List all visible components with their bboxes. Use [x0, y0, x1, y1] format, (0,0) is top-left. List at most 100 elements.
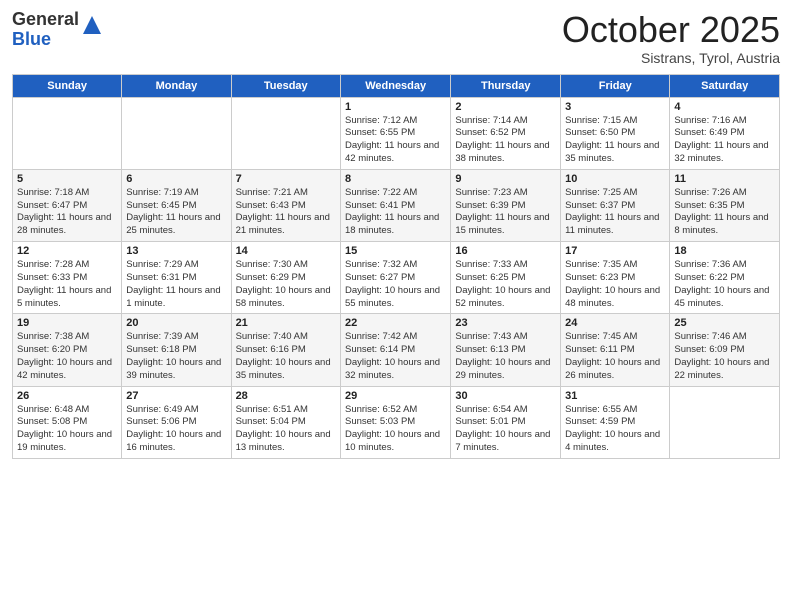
day-cell-1-1: 6Sunrise: 7:19 AMSunset: 6:45 PMDaylight…	[122, 169, 231, 241]
day-cell-0-4: 2 Sunrise: 7:14 AMSunset: 6:52 PMDaylight…	[451, 97, 561, 169]
day-cell-3-1: 20 Sunrise: 7:39 AMSunset: 6:18 PMDayligh…	[122, 314, 231, 386]
day-number: 18	[674, 245, 775, 257]
day-number: 11	[674, 173, 775, 185]
day-number: 8	[345, 173, 446, 185]
day-cell-4-5: 31 Sunrise: 6:55 AMSunset: 4:59 PMDayligh…	[561, 386, 670, 458]
col-thursday: Thursday	[451, 74, 561, 97]
day-number: 24	[565, 317, 665, 329]
day-cell-2-1: 13Sunrise: 7:29 AMSunset: 6:31 PMDayligh…	[122, 242, 231, 314]
day-number: 21	[236, 317, 336, 329]
header: General Blue October 2025 Sistrans, Tyro…	[12, 10, 780, 66]
col-saturday: Saturday	[670, 74, 780, 97]
day-info: Sunrise: 7:30 AMSunset: 6:29 PMDaylight:…	[236, 259, 336, 310]
day-info: Sunrise: 7:32 AMSunset: 6:27 PMDaylight:…	[345, 259, 446, 310]
day-number: 23	[455, 317, 556, 329]
day-number: 7	[236, 173, 336, 185]
day-cell-3-6: 25Sunrise: 7:46 AMSunset: 6:09 PMDayligh…	[670, 314, 780, 386]
day-info: Sunrise: 7:39 AMSunset: 6:18 PMDaylight:…	[126, 331, 226, 382]
day-cell-1-5: 10 Sunrise: 7:25 AMSunset: 6:37 PMDayligh…	[561, 169, 670, 241]
day-info: Sunrise: 7:16 AMSunset: 6:49 PMDaylight:…	[674, 115, 775, 166]
day-cell-0-6: 4 Sunrise: 7:16 AMSunset: 6:49 PMDaylight…	[670, 97, 780, 169]
day-cell-1-4: 9 Sunrise: 7:23 AMSunset: 6:39 PMDaylight…	[451, 169, 561, 241]
day-info: Sunrise: 6:51 AMSunset: 5:04 PMDaylight:…	[236, 404, 336, 455]
day-cell-4-6	[670, 386, 780, 458]
day-info: Sunrise: 6:55 AMSunset: 4:59 PMDaylight:…	[565, 404, 665, 455]
day-info: Sunrise: 6:52 AMSunset: 5:03 PMDaylight:…	[345, 404, 446, 455]
day-cell-4-4: 30Sunrise: 6:54 AMSunset: 5:01 PMDayligh…	[451, 386, 561, 458]
page-container: General Blue October 2025 Sistrans, Tyro…	[0, 0, 792, 467]
logo-text-block: General Blue	[12, 10, 103, 50]
day-info: Sunrise: 7:26 AMSunset: 6:35 PMDaylight:…	[674, 187, 775, 238]
day-info: Sunrise: 7:35 AMSunset: 6:23 PMDaylight:…	[565, 259, 665, 310]
day-info: Sunrise: 7:42 AMSunset: 6:14 PMDaylight:…	[345, 331, 446, 382]
calendar-header-row: Sunday Monday Tuesday Wednesday Thursday…	[13, 74, 780, 97]
day-info: Sunrise: 7:43 AMSunset: 6:13 PMDaylight:…	[455, 331, 556, 382]
day-number: 6	[126, 173, 226, 185]
col-wednesday: Wednesday	[340, 74, 450, 97]
day-number: 5	[17, 173, 117, 185]
day-info: Sunrise: 7:14 AMSunset: 6:52 PMDaylight:…	[455, 115, 556, 166]
logo-general: General	[12, 9, 79, 29]
day-cell-1-3: 8 Sunrise: 7:22 AMSunset: 6:41 PMDaylight…	[340, 169, 450, 241]
day-info: Sunrise: 7:45 AMSunset: 6:11 PMDaylight:…	[565, 331, 665, 382]
day-info: Sunrise: 6:48 AMSunset: 5:08 PMDaylight:…	[17, 404, 117, 455]
day-number: 26	[17, 390, 117, 402]
day-number: 29	[345, 390, 446, 402]
day-info: Sunrise: 7:12 AMSunset: 6:55 PMDaylight:…	[345, 115, 446, 166]
day-number: 10	[565, 173, 665, 185]
day-number: 4	[674, 101, 775, 113]
calendar-table: Sunday Monday Tuesday Wednesday Thursday…	[12, 74, 780, 459]
day-cell-3-2: 21 Sunrise: 7:40 AMSunset: 6:16 PMDayligh…	[231, 314, 340, 386]
day-cell-3-0: 19Sunrise: 7:38 AMSunset: 6:20 PMDayligh…	[13, 314, 122, 386]
day-cell-3-4: 23 Sunrise: 7:43 AMSunset: 6:13 PMDayligh…	[451, 314, 561, 386]
day-number: 12	[17, 245, 117, 257]
col-tuesday: Tuesday	[231, 74, 340, 97]
day-number: 20	[126, 317, 226, 329]
day-cell-2-0: 12 Sunrise: 7:28 AMSunset: 6:33 PMDayligh…	[13, 242, 122, 314]
day-number: 9	[455, 173, 556, 185]
day-number: 14	[236, 245, 336, 257]
day-number: 17	[565, 245, 665, 257]
day-info: Sunrise: 7:29 AMSunset: 6:31 PMDaylight:…	[126, 259, 226, 310]
day-info: Sunrise: 7:18 AMSunset: 6:47 PMDaylight:…	[17, 187, 117, 238]
day-cell-4-3: 29 Sunrise: 6:52 AMSunset: 5:03 PMDayligh…	[340, 386, 450, 458]
day-cell-2-6: 18 Sunrise: 7:36 AMSunset: 6:22 PMDayligh…	[670, 242, 780, 314]
title-block: October 2025 Sistrans, Tyrol, Austria	[562, 10, 780, 66]
day-cell-0-5: 3 Sunrise: 7:15 AMSunset: 6:50 PMDaylight…	[561, 97, 670, 169]
day-number: 19	[17, 317, 117, 329]
day-cell-4-2: 28 Sunrise: 6:51 AMSunset: 5:04 PMDayligh…	[231, 386, 340, 458]
location: Sistrans, Tyrol, Austria	[562, 50, 780, 66]
week-row-0: 1 Sunrise: 7:12 AMSunset: 6:55 PMDaylight…	[13, 97, 780, 169]
day-info: Sunrise: 7:22 AMSunset: 6:41 PMDaylight:…	[345, 187, 446, 238]
logo-icon	[81, 14, 103, 36]
day-number: 30	[455, 390, 556, 402]
day-info: Sunrise: 7:33 AMSunset: 6:25 PMDaylight:…	[455, 259, 556, 310]
day-number: 28	[236, 390, 336, 402]
day-cell-0-2	[231, 97, 340, 169]
day-info: Sunrise: 7:15 AMSunset: 6:50 PMDaylight:…	[565, 115, 665, 166]
week-row-1: 5 Sunrise: 7:18 AMSunset: 6:47 PMDaylight…	[13, 169, 780, 241]
day-number: 31	[565, 390, 665, 402]
day-cell-4-1: 27 Sunrise: 6:49 AMSunset: 5:06 PMDayligh…	[122, 386, 231, 458]
week-row-3: 19Sunrise: 7:38 AMSunset: 6:20 PMDayligh…	[13, 314, 780, 386]
day-number: 2	[455, 101, 556, 113]
month-title: October 2025	[562, 10, 780, 50]
day-info: Sunrise: 6:49 AMSunset: 5:06 PMDaylight:…	[126, 404, 226, 455]
col-sunday: Sunday	[13, 74, 122, 97]
day-info: Sunrise: 7:36 AMSunset: 6:22 PMDaylight:…	[674, 259, 775, 310]
day-info: Sunrise: 7:23 AMSunset: 6:39 PMDaylight:…	[455, 187, 556, 238]
day-number: 27	[126, 390, 226, 402]
day-cell-2-5: 17 Sunrise: 7:35 AMSunset: 6:23 PMDayligh…	[561, 242, 670, 314]
day-number: 1	[345, 101, 446, 113]
day-info: Sunrise: 7:28 AMSunset: 6:33 PMDaylight:…	[17, 259, 117, 310]
col-monday: Monday	[122, 74, 231, 97]
day-info: Sunrise: 7:25 AMSunset: 6:37 PMDaylight:…	[565, 187, 665, 238]
day-cell-0-1	[122, 97, 231, 169]
day-info: Sunrise: 7:40 AMSunset: 6:16 PMDaylight:…	[236, 331, 336, 382]
day-info: Sunrise: 7:21 AMSunset: 6:43 PMDaylight:…	[236, 187, 336, 238]
day-number: 3	[565, 101, 665, 113]
day-cell-3-3: 22Sunrise: 7:42 AMSunset: 6:14 PMDayligh…	[340, 314, 450, 386]
day-cell-4-0: 26 Sunrise: 6:48 AMSunset: 5:08 PMDayligh…	[13, 386, 122, 458]
day-cell-3-5: 24 Sunrise: 7:45 AMSunset: 6:11 PMDayligh…	[561, 314, 670, 386]
col-friday: Friday	[561, 74, 670, 97]
